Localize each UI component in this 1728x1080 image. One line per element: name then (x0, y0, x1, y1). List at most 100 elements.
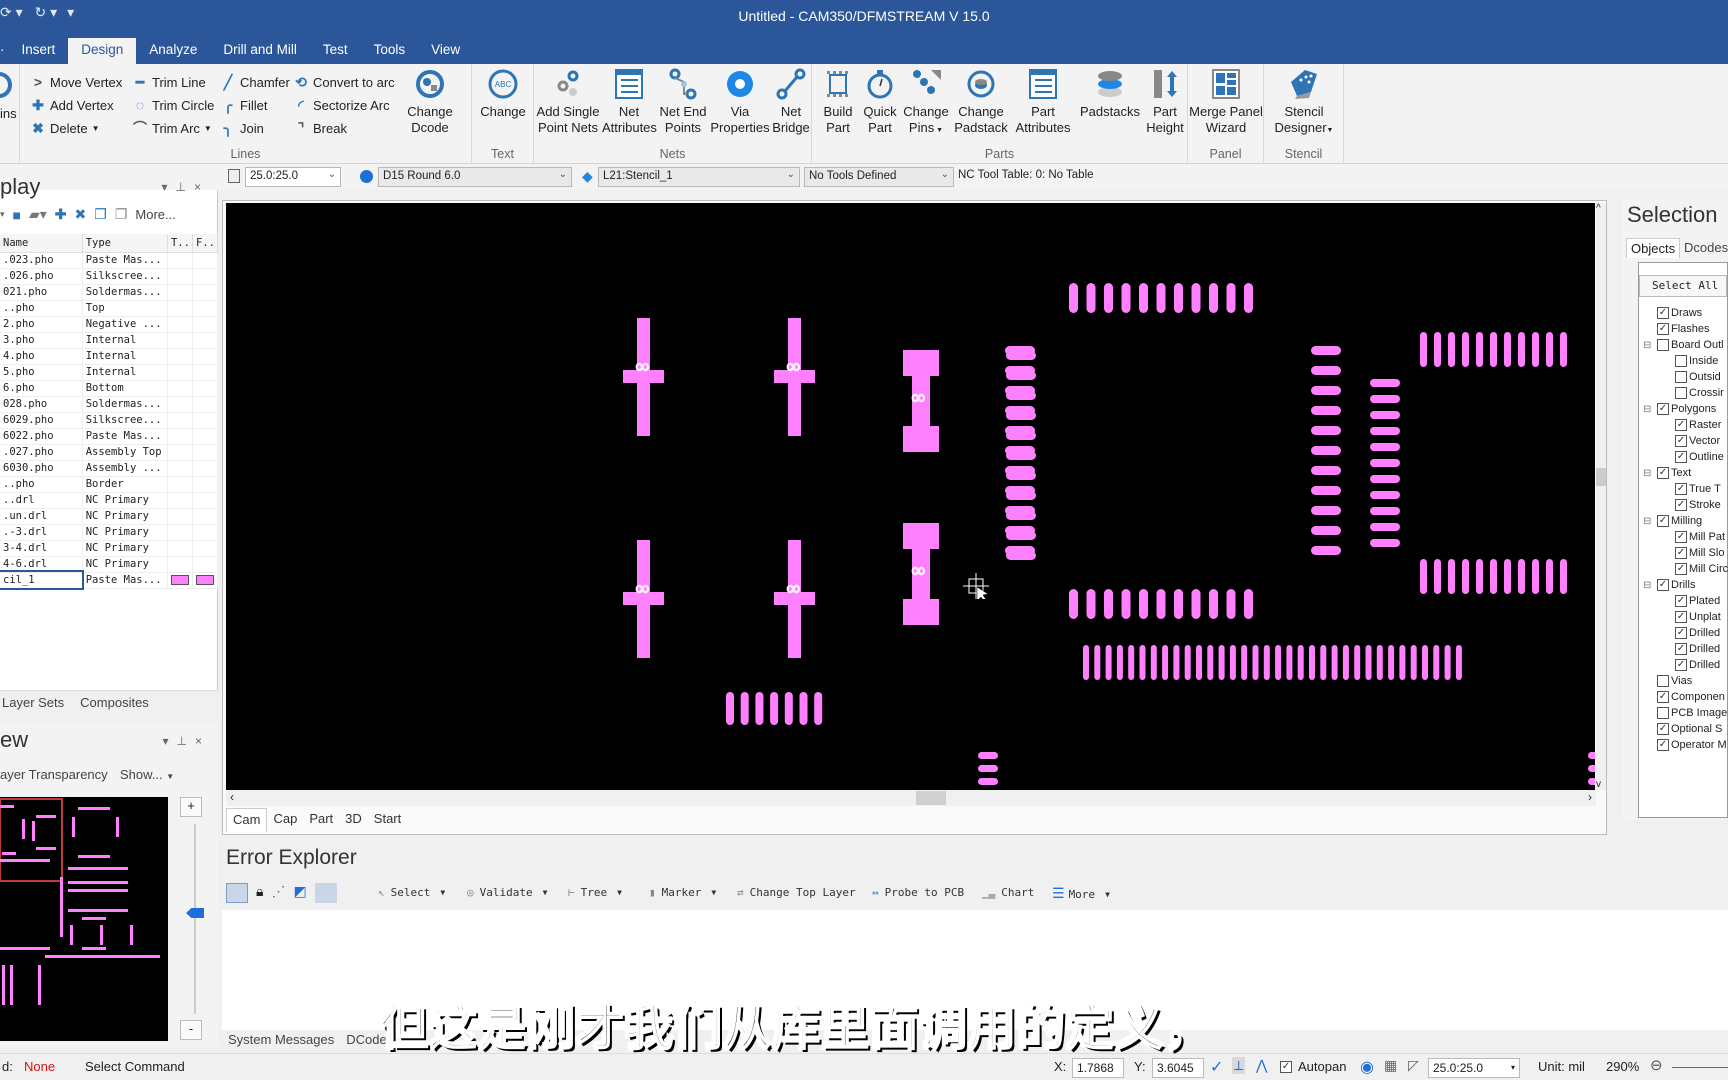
qfp-pad[interactable] (1370, 379, 1400, 387)
tree-item[interactable]: ✓ Raster (1675, 419, 1721, 431)
connector-pad[interactable] (1448, 559, 1455, 594)
board-view-icon[interactable] (226, 883, 248, 903)
probe-to-pcb-tool[interactable]: ⇔ Probe to PCB (872, 886, 964, 899)
long-row-pad[interactable] (1309, 645, 1315, 680)
connector-pad[interactable] (1420, 559, 1427, 594)
layer-fill-color[interactable] (192, 316, 219, 333)
tree-checkbox[interactable] (1675, 387, 1687, 399)
qfp-pad[interactable] (1311, 446, 1341, 455)
layers-stack-icon[interactable]: ◩ (293, 883, 306, 903)
layer-fill-color[interactable] (192, 364, 219, 381)
layer-fill-color[interactable] (192, 396, 219, 413)
tools-combo[interactable]: No Tools Defined ⌄ (804, 167, 954, 187)
tree-checkbox[interactable]: ✓ (1657, 515, 1669, 527)
long-row-pad[interactable] (1433, 645, 1440, 680)
grid-combo[interactable]: 25.0:25.0 ⌄ (245, 167, 341, 187)
horizontal-scrollbar[interactable]: ‹ › (226, 790, 1596, 806)
layer-name[interactable]: ..pho (0, 300, 83, 317)
select-tool[interactable]: ↖ Select ▼ (378, 886, 445, 899)
pad[interactable] (814, 692, 823, 725)
pad[interactable] (978, 765, 998, 772)
tree-checkbox[interactable]: ✓ (1657, 307, 1669, 319)
sectorize-arc-button[interactable]: ◜ Sectorize Arc (293, 94, 389, 116)
paste-layer-icon[interactable]: ❐ (115, 206, 128, 223)
tree-checkbox[interactable]: ✓ (1675, 419, 1687, 431)
tree-checkbox[interactable] (1675, 355, 1687, 367)
tree-item[interactable]: ⊟ ✓ Text (1643, 467, 1691, 479)
zoom-out-icon[interactable]: ⊖ (1650, 1056, 1663, 1074)
qfp-pad[interactable] (1121, 283, 1131, 313)
long-row-pad[interactable] (1173, 645, 1180, 680)
long-row-pad[interactable] (1252, 645, 1259, 680)
tree-checkbox[interactable]: ✓ (1657, 579, 1669, 591)
column-header-t[interactable]: T.. (167, 234, 193, 253)
layer-name[interactable]: ..drl (0, 492, 83, 509)
tab-part[interactable]: Part (303, 808, 339, 832)
tree-item[interactable]: ✓ Mill Pat (1675, 531, 1725, 543)
connector-pad[interactable] (1504, 332, 1511, 367)
layer-name[interactable]: 4.pho (0, 348, 83, 365)
tab-3d[interactable]: 3D (339, 808, 368, 832)
layer-name[interactable]: .-3.drl (0, 524, 83, 541)
column-header-f[interactable]: F.. (192, 234, 219, 253)
qfp-pad[interactable] (1370, 443, 1400, 451)
long-row-pad[interactable] (1331, 645, 1338, 680)
layer-transparency-button[interactable]: ayer Transparency (0, 767, 108, 782)
tab-drill-and-mill[interactable]: Drill and Mill (210, 38, 310, 64)
layer-top-color[interactable] (167, 412, 193, 429)
zoom-slider-thumb[interactable] (186, 908, 204, 918)
tab-dcodes[interactable]: Dcodes (1684, 240, 1728, 255)
connector-pad[interactable] (1434, 332, 1441, 367)
i-pad-bottom[interactable] (903, 426, 939, 452)
qfp-pad[interactable] (1006, 511, 1036, 520)
layer-fill-color[interactable] (192, 380, 219, 397)
pin-icon[interactable]: ⊥ (177, 734, 195, 748)
pad[interactable] (755, 692, 764, 725)
connector-pad[interactable] (1560, 559, 1567, 594)
layer-top-color[interactable] (167, 252, 193, 269)
layer-fill-color[interactable] (192, 412, 219, 429)
tree-item[interactable]: ✓ Drilled (1675, 659, 1720, 671)
layer-name[interactable]: 6030.pho (0, 460, 83, 477)
tree-checkbox[interactable]: ✓ (1675, 547, 1687, 559)
tree-item[interactable]: ✓ Componen (1657, 691, 1725, 703)
y-coordinate-field[interactable]: 3.6045 (1152, 1058, 1204, 1078)
break-button[interactable]: ⌝ Break (293, 117, 347, 139)
connector-pad[interactable] (1518, 559, 1525, 594)
net-end-points-button[interactable]: Net End Points (656, 68, 710, 136)
long-row-pad[interactable] (1376, 645, 1383, 680)
long-row-pad[interactable] (1365, 645, 1372, 680)
qfp-pad[interactable] (1006, 471, 1036, 480)
scroll-up-icon[interactable]: ^ (1596, 203, 1601, 214)
tree-item[interactable]: ⊟ ✓ Drills (1643, 579, 1695, 591)
merge-panel-wizard-button[interactable]: Merge Panel Wizard (1188, 68, 1264, 136)
layer-fill-color[interactable] (192, 268, 219, 285)
qfp-pad[interactable] (1006, 451, 1036, 460)
build-part-button[interactable]: Build Part (818, 68, 858, 136)
long-row-pad[interactable] (1229, 645, 1236, 680)
qfp-pad[interactable] (1311, 506, 1341, 515)
layer-fill-color[interactable] (192, 524, 219, 541)
more-button[interactable]: More... (135, 207, 175, 222)
layer-row[interactable]: .-3.drl NC Primary (0, 524, 219, 541)
color-swatch[interactable] (170, 575, 189, 585)
qfp-pad[interactable] (1104, 589, 1113, 619)
qfp-pad[interactable] (1006, 551, 1036, 560)
long-row-pad[interactable] (1128, 645, 1135, 680)
add-layer-icon[interactable]: ✚ (55, 206, 67, 223)
save-icon[interactable]: ■ (13, 207, 21, 223)
qfp-pad[interactable] (1209, 283, 1218, 313)
scroll-down-icon[interactable]: v (1596, 779, 1601, 790)
layer-row[interactable]: ..pho Border (0, 476, 219, 493)
horizontal-scroll-thumb[interactable] (916, 791, 946, 805)
qfp-pad[interactable] (1311, 546, 1341, 555)
qfp-pad[interactable] (1370, 475, 1400, 483)
tree-checkbox[interactable]: ✓ (1675, 435, 1687, 447)
qfp-pad[interactable] (1139, 589, 1148, 619)
qfp-pad[interactable] (1006, 371, 1036, 380)
layer-top-color[interactable] (167, 396, 193, 413)
long-row-pad[interactable] (1116, 645, 1123, 680)
tree-checkbox[interactable]: ✓ (1675, 563, 1687, 575)
layer-top-color[interactable] (167, 348, 193, 365)
tree-item[interactable]: ⊟ ✓ Milling (1643, 515, 1702, 527)
